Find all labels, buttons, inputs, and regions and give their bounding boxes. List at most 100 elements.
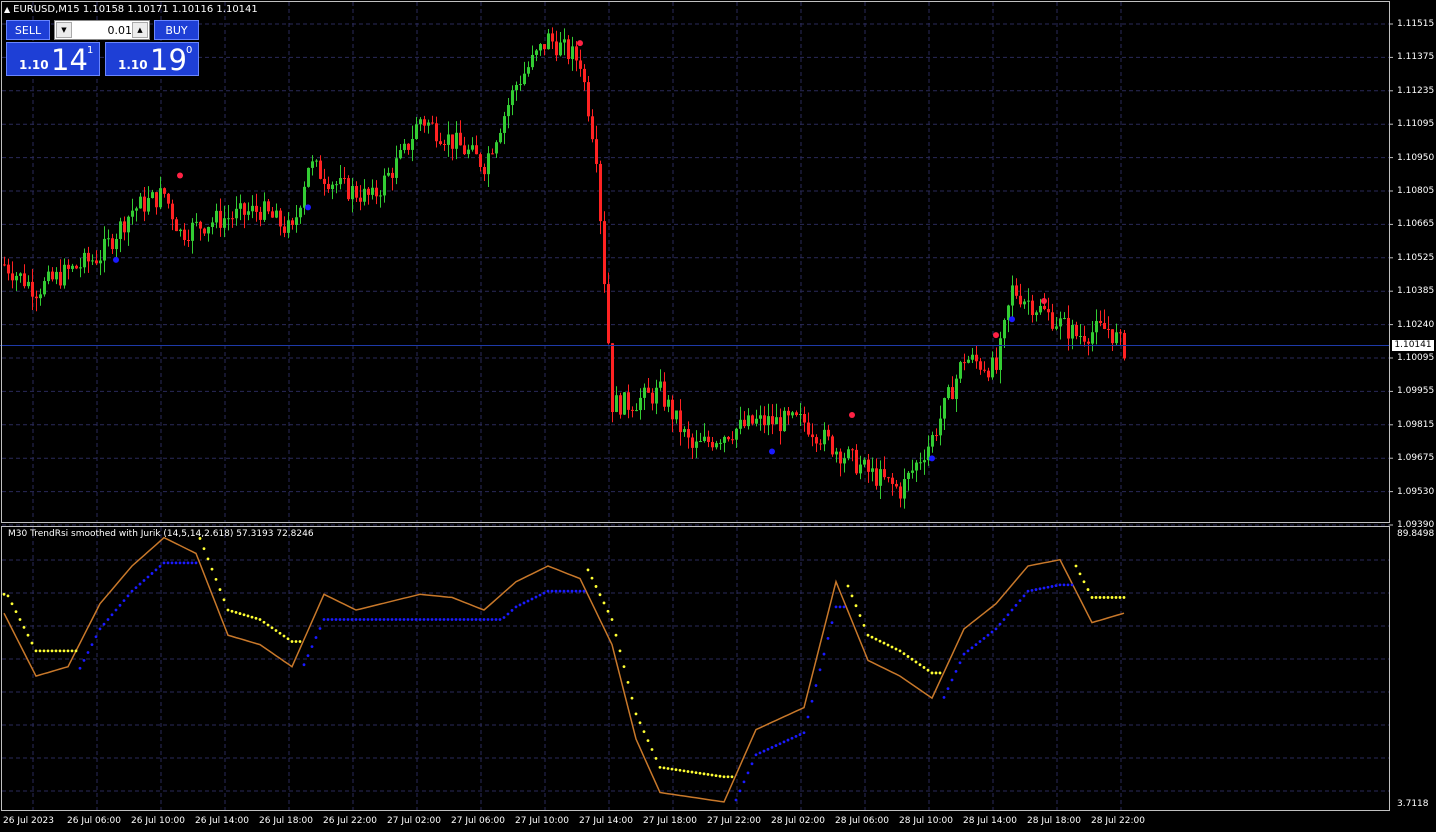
trend-dot-up [842,605,846,609]
candle-body [1027,300,1030,302]
trend-dot-up [738,789,742,793]
trend-dot-up [478,618,482,621]
buy-price-quote[interactable]: 1.10 19 0 [105,42,199,77]
candle-body [735,428,738,440]
candle-body [551,33,554,42]
candle-body [631,409,634,411]
trend-dot-down [874,637,878,641]
trend-dot-up [746,771,750,775]
trend-dot-up [1042,586,1046,590]
candle-body [779,417,782,432]
chart-window[interactable]: ▲ EURUSD,M15 1.10158 1.10171 1.10116 1.10… [0,0,1436,832]
trend-dot-up [978,640,982,643]
sell-button[interactable]: SELL [6,20,50,40]
trend-dot-down [650,748,654,751]
trend-dot-down [642,730,646,734]
trend-dot-up [178,561,182,565]
buy-button[interactable]: BUY [154,20,199,40]
candle-body [739,419,742,429]
candle-body [311,161,314,168]
candle-body [55,271,58,280]
trend-dot-up [462,618,466,621]
candle-body [475,145,478,155]
arrow-up-icon[interactable]: ▲ [132,22,148,38]
trend-dot-down [30,641,34,645]
trend-dot-down [34,649,38,653]
trend-dot-down [590,576,594,580]
arrow-down-icon[interactable]: ▼ [56,22,72,38]
chart-grid [2,2,1393,810]
candle-body [115,238,118,250]
candle-body [319,160,322,179]
trend-dot-down [1122,596,1126,599]
trend-dot-down [910,657,914,661]
trend-dot-up [418,618,422,621]
trend-dot-down [258,618,262,621]
candle-body [1063,317,1066,319]
trend-dot-up [982,636,986,640]
candle-body [195,221,198,223]
trend-dot-up [782,740,786,744]
trend-dot-down [722,775,726,779]
trend-dot-up [302,663,306,667]
candle-body [555,41,558,56]
candle-body [31,281,34,297]
candle-body [299,207,302,218]
time-axis-label: 27 Jul 02:00 [387,816,441,826]
trend-dot-up [394,618,398,621]
price-axis-label: 1.10525 [1397,252,1435,263]
candle-body [931,435,934,447]
trend-dot-up [426,618,430,621]
one-click-trading-panel: SELL ▼ ▲ BUY 1.10 14 1 1.10 19 0 [6,20,199,77]
trend-dot-up [582,589,586,593]
trend-dot-up [522,601,526,605]
candle-body [71,265,74,269]
trend-dot-down [714,774,718,777]
candle-body [695,441,698,448]
candle-body [351,186,354,200]
candle-body [375,187,378,197]
trend-dot-up [378,618,382,621]
trend-dot-up [566,589,570,593]
trend-dot-up [122,599,126,602]
trend-dot-up [1018,599,1022,602]
candle-body [619,395,622,415]
trend-dot-up [774,744,778,747]
trend-dot-up [474,618,478,621]
candle-body [323,178,326,184]
trend-dot-up [506,612,510,616]
buy-price-fraction: 0 [186,45,193,56]
trend-dot-down [50,649,54,653]
candle-body [235,208,238,219]
buy-price-pips: 19 [150,43,187,77]
trend-dot-down [706,773,710,776]
trend-dot-up [482,618,486,621]
time-axis-label: 26 Jul 2023 [3,816,54,826]
trend-dot-up [534,595,538,599]
trend-dot-down [1094,596,1098,599]
price-axis-label: 1.09675 [1397,453,1435,464]
candle-body [283,226,286,233]
candle-body [1095,320,1098,333]
trend-dot-down [1098,596,1102,599]
lot-size-input[interactable] [74,22,134,38]
trend-dot-up [946,687,950,691]
candle-body [587,82,590,117]
candle-body [975,354,978,362]
trend-dot-down [1110,596,1114,599]
trend-dot-down [230,609,234,613]
candle-body [747,415,750,427]
candle-body [531,54,534,68]
trend-dot-up [1034,588,1038,591]
sell-price-quote[interactable]: 1.10 14 1 [6,42,100,77]
price-axis-label: 1.10095 [1397,353,1435,363]
candle-body [679,410,682,433]
candle-body [995,357,998,370]
trend-dot-down [262,620,266,624]
sell-price-prefix: 1.10 [19,58,49,72]
candle-body [119,221,122,239]
buy-signal-marker [113,256,119,263]
trend-dot-up [550,589,554,593]
chart-canvas[interactable] [0,0,1436,832]
candle-body [423,119,426,126]
